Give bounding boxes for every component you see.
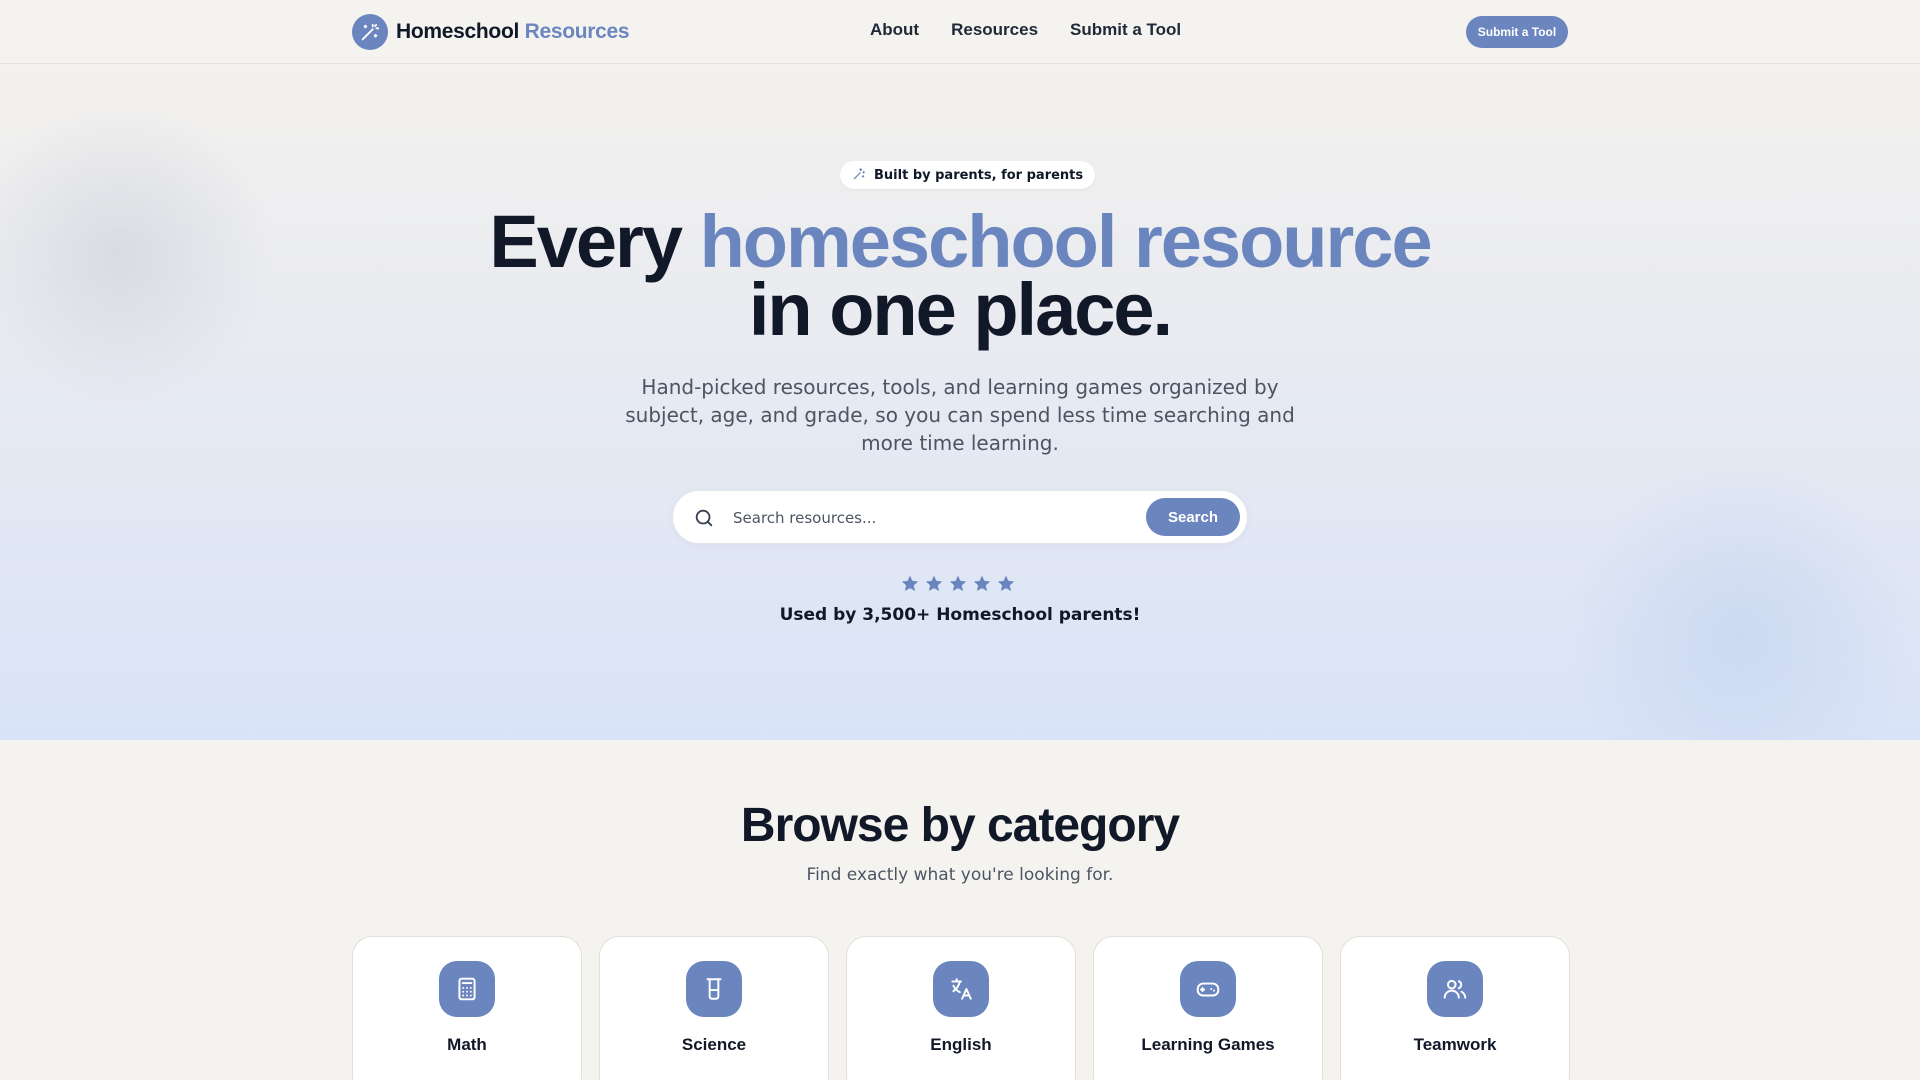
brand-name-accent: Resources bbox=[524, 20, 630, 43]
nav-link-resources[interactable]: Resources bbox=[951, 20, 1038, 40]
star-icon bbox=[924, 574, 944, 598]
brand-name-primary: Homeschool bbox=[396, 20, 520, 43]
search-icon bbox=[693, 507, 715, 533]
rating-stars bbox=[900, 574, 1016, 598]
headline-part2: in one place. bbox=[748, 268, 1173, 351]
star-icon bbox=[972, 574, 992, 598]
star-icon bbox=[900, 574, 920, 598]
magic-wand-icon bbox=[352, 14, 388, 50]
category-card-learning-games[interactable]: Learning Games bbox=[1093, 936, 1323, 1080]
hero-section: Built by parents, for parents Every home… bbox=[0, 65, 1920, 740]
translate-icon bbox=[933, 961, 989, 1017]
calculator-icon bbox=[439, 961, 495, 1017]
hero-badge-text: Built by parents, for parents bbox=[874, 167, 1084, 183]
gamepad-icon bbox=[1180, 961, 1236, 1017]
headline-part1: Every bbox=[489, 200, 700, 283]
category-label: Science bbox=[681, 1035, 747, 1054]
category-card-science[interactable]: Science bbox=[599, 936, 829, 1080]
search-input[interactable] bbox=[733, 503, 1133, 533]
category-card-english[interactable]: English bbox=[846, 936, 1076, 1080]
nav-link-about[interactable]: About bbox=[870, 20, 919, 40]
category-cards: Math Science English Learning Games Team… bbox=[352, 936, 1570, 1080]
category-label: Teamwork bbox=[1413, 1035, 1497, 1054]
star-icon bbox=[996, 574, 1016, 598]
search-button[interactable]: Search bbox=[1146, 498, 1240, 536]
top-nav: Homeschool Resources About Resources Sub… bbox=[0, 0, 1920, 64]
browse-title: Browse by category bbox=[740, 799, 1180, 852]
hero-badge: Built by parents, for parents bbox=[840, 161, 1096, 189]
users-icon bbox=[1427, 961, 1483, 1017]
hero-subhead: Hand-picked resources, tools, and learni… bbox=[625, 375, 1295, 455]
category-card-teamwork[interactable]: Teamwork bbox=[1340, 936, 1570, 1080]
search-bar: Search bbox=[672, 490, 1248, 544]
decorative-blob bbox=[1560, 465, 1920, 740]
category-label: English bbox=[930, 1035, 992, 1054]
social-proof: Used by 3,500+ Homeschool parents! bbox=[779, 605, 1141, 625]
category-card-math[interactable]: Math bbox=[352, 936, 582, 1080]
beaker-icon bbox=[686, 961, 742, 1017]
browse-subtitle: Find exactly what you're looking for. bbox=[806, 865, 1114, 885]
brand-name: Homeschool Resources bbox=[396, 20, 630, 44]
category-label: Learning Games bbox=[1141, 1035, 1275, 1054]
sparkles-icon bbox=[852, 166, 866, 185]
nav-link-submit-tool[interactable]: Submit a Tool bbox=[1070, 20, 1181, 40]
submit-tool-button[interactable]: Submit a Tool bbox=[1466, 16, 1568, 48]
hero-headline: Every homeschool resource in one place. bbox=[0, 205, 1920, 347]
star-icon bbox=[948, 574, 968, 598]
category-label: Math bbox=[447, 1035, 487, 1054]
nav-links: About Resources Submit a Tool bbox=[870, 20, 1181, 40]
brand-logo[interactable]: Homeschool Resources bbox=[352, 14, 630, 50]
